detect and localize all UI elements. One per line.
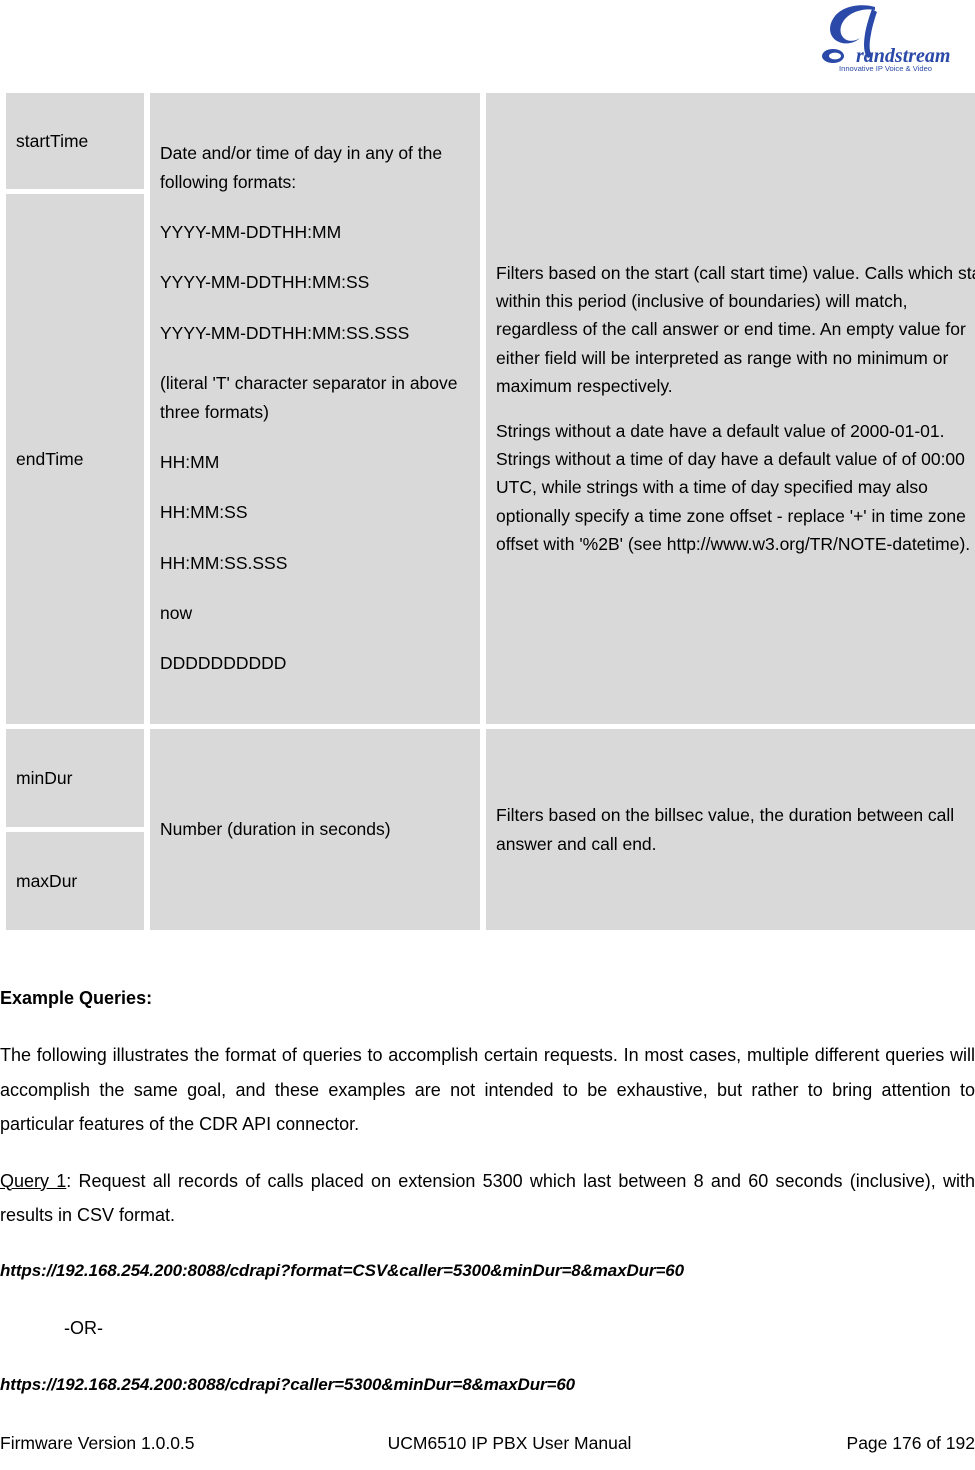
param-description-cell: Filters based on the billsec value, the …: [486, 729, 975, 930]
type-line: YYYY-MM-DDTHH:MM:SS: [160, 272, 370, 293]
param-name-cell: startTime: [6, 93, 144, 189]
footer-manual-title: UCM6510 IP PBX User Manual: [387, 1433, 632, 1453]
grandstream-logo: randstream Innovative IP Voice & Video: [815, 2, 967, 74]
example-queries-heading: Example Queries:: [0, 988, 153, 1008]
intro-paragraph: The following illustrates the format of …: [0, 1045, 975, 1135]
cdr-parameter-table: startTime Date and/or time of day in any…: [0, 88, 975, 935]
param-type-cell: Date and/or time of day in any of the fo…: [150, 93, 480, 724]
param-name-cell: maxDur: [6, 832, 144, 930]
type-line: YYYY-MM-DDTHH:MM:SS.SSS: [160, 322, 410, 343]
type-line: YYYY-MM-DDTHH:MM: [160, 222, 342, 243]
table-row: minDur Number (duration in seconds) Filt…: [6, 729, 975, 930]
description-paragraph: Filters based on the billsec value, the …: [496, 805, 955, 854]
query1-url-csv[interactable]: https://192.168.254.200:8088/cdrapi?form…: [0, 1255, 975, 1287]
type-line: now: [160, 602, 193, 623]
query1-label: Query 1: [0, 1170, 67, 1191]
description-paragraph: Strings without a date have a default va…: [496, 420, 971, 554]
param-name-cell: minDur: [6, 729, 144, 827]
type-line: DDDDDDDDDD: [160, 653, 287, 674]
param-type-cell: Number (duration in seconds): [150, 729, 480, 930]
query1-text: : Request all records of calls placed on…: [0, 1170, 975, 1226]
type-line: Date and/or time of day in any of the fo…: [160, 143, 443, 192]
logo-tagline-text: Innovative IP Voice & Video: [839, 64, 932, 73]
table-row: startTime Date and/or time of day in any…: [6, 93, 975, 724]
param-description-cell: Filters based on the start (call start t…: [486, 93, 975, 724]
type-line: HH:MM:SS: [160, 502, 248, 523]
type-line: HH:MM:SS.SSS: [160, 552, 288, 573]
param-name-cell: endTime: [6, 194, 144, 724]
query1-url-default[interactable]: https://192.168.254.200:8088/cdrapi?call…: [0, 1369, 975, 1401]
footer-page-number: Page 176 of 192: [846, 1433, 975, 1453]
page-footer: Firmware Version 1.0.0.5 UCM6510 IP PBX …: [0, 1433, 975, 1454]
page-header: randstream Innovative IP Voice & Video: [0, 0, 975, 82]
or-separator: -OR-: [64, 1318, 103, 1339]
type-line: (literal 'T' character separator in abov…: [160, 373, 458, 422]
page-content: Example Queries: The following illustrat…: [0, 985, 975, 1426]
footer-firmware-version: Firmware Version 1.0.0.5: [0, 1433, 195, 1453]
description-paragraph: Filters based on the start (call start t…: [496, 262, 975, 397]
type-line: HH:MM: [160, 451, 220, 472]
query1-paragraph: Query 1: Request all records of calls pl…: [0, 1164, 975, 1233]
